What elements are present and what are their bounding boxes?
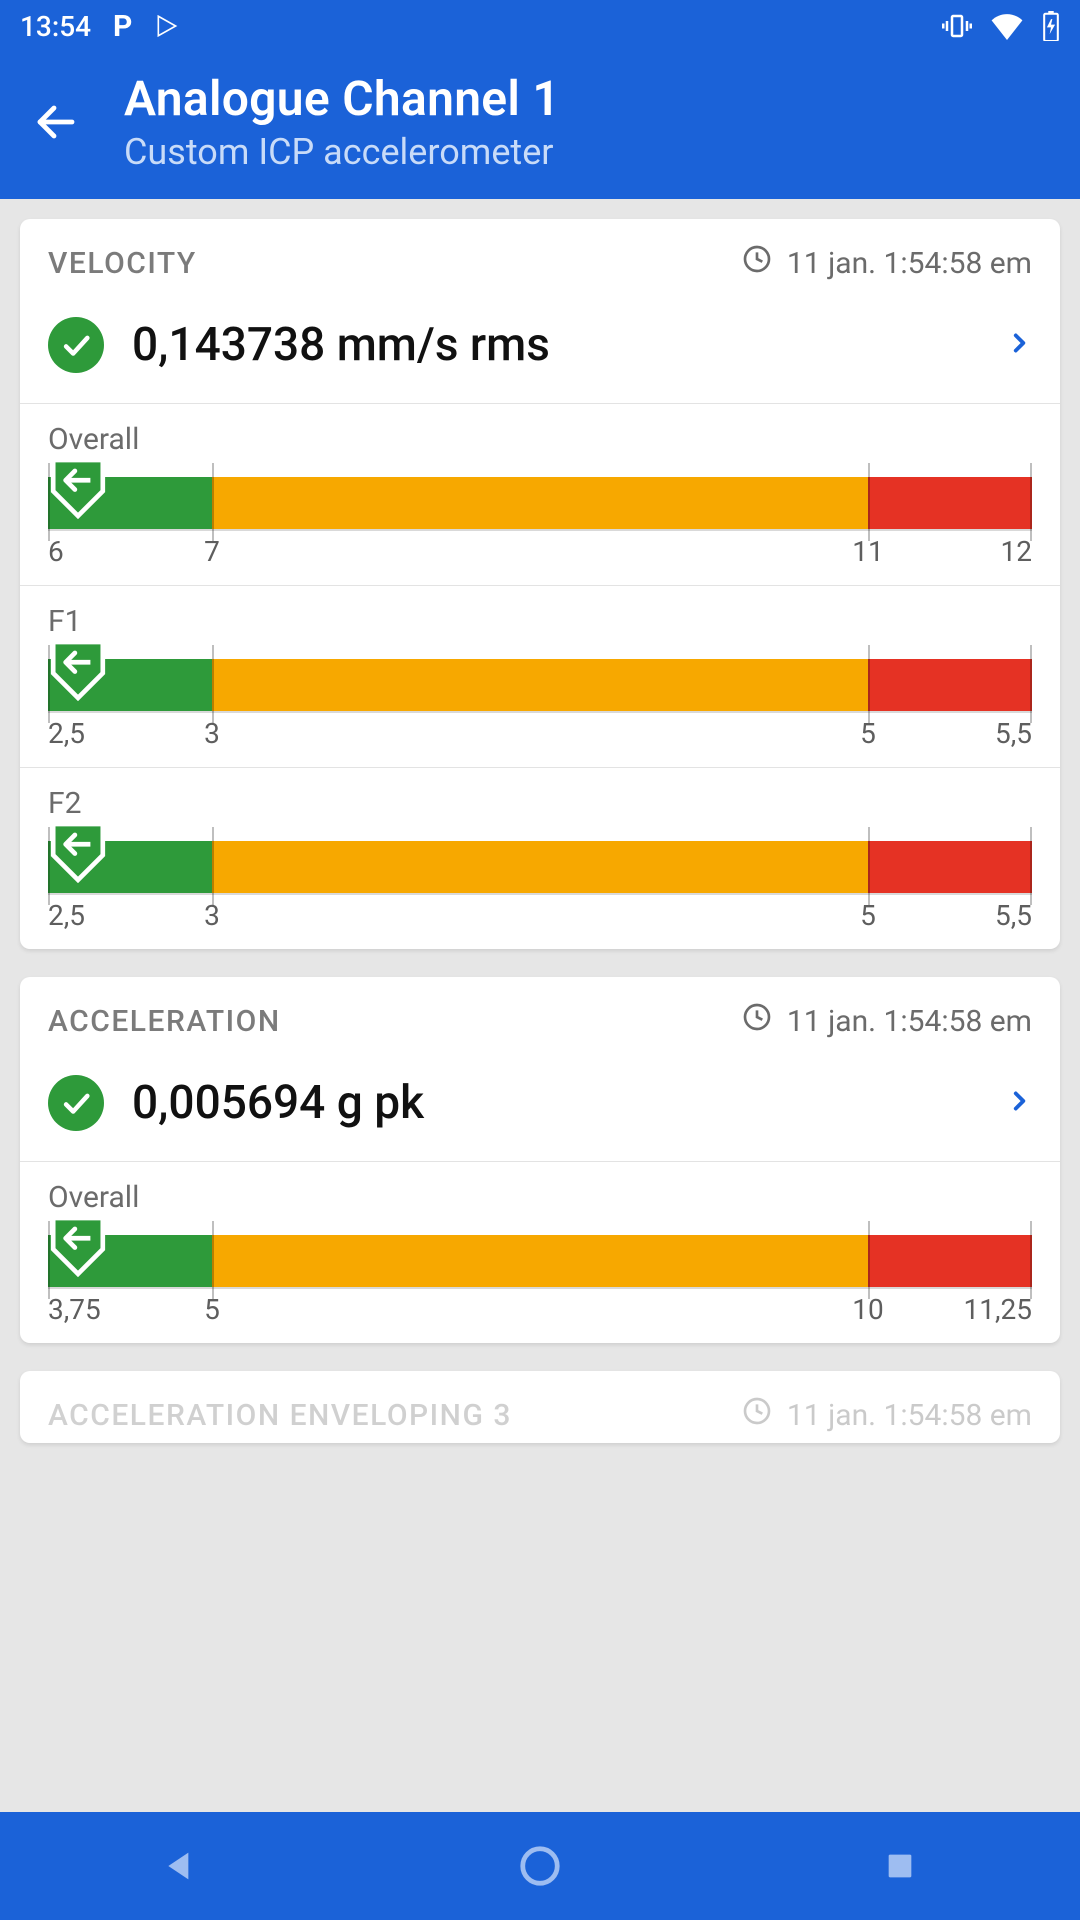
tick-label: 5,5 xyxy=(995,899,1032,932)
band-label: F2 xyxy=(48,786,1032,821)
tick-label: 6 xyxy=(48,535,64,568)
threshold-bar xyxy=(48,841,1032,893)
threshold-bar xyxy=(48,1235,1032,1287)
band-f1: F1 2,5 xyxy=(20,586,1060,767)
value-row[interactable]: 0,143738 mm/s rms xyxy=(20,297,1060,403)
card-timestamp: 11 jan. 1:54:58 em xyxy=(787,246,1032,281)
status-ok-icon xyxy=(48,317,104,373)
value-row[interactable]: 0,005694 g pk xyxy=(20,1055,1060,1161)
card-heading: ACCELERATION ENVELOPING 3 xyxy=(48,1398,512,1433)
value-marker-icon xyxy=(47,1215,109,1277)
wifi-icon xyxy=(990,12,1024,40)
band-overall: Overall 3,75 xyxy=(20,1162,1060,1343)
band-label: Overall xyxy=(48,1180,1032,1215)
tick-label: 11 xyxy=(852,535,883,568)
clock-icon xyxy=(741,1395,773,1435)
status-bar: 13:54 P xyxy=(0,0,1080,52)
card-timestamp: 11 jan. 1:54:58 em xyxy=(787,1398,1032,1433)
tick-label: 5 xyxy=(204,1293,220,1326)
card-velocity: VELOCITY 11 jan. 1:54:58 em 0,143738 mm/… xyxy=(20,219,1060,949)
measurement-value: 0,005694 g pk xyxy=(132,1076,978,1130)
chevron-right-icon xyxy=(1006,323,1032,367)
band-f2: F2 2,5 xyxy=(20,768,1060,949)
play-store-icon xyxy=(154,12,180,40)
tick-label: 2,5 xyxy=(48,717,85,750)
content-scroll[interactable]: VELOCITY 11 jan. 1:54:58 em 0,143738 mm/… xyxy=(0,199,1080,1812)
pandora-icon: P xyxy=(113,9,132,44)
band-label: Overall xyxy=(48,422,1032,457)
value-marker-icon xyxy=(47,821,109,883)
band-label: F1 xyxy=(48,604,1032,639)
tick-label: 5,5 xyxy=(995,717,1032,750)
tick-label: 5 xyxy=(860,717,876,750)
clock-icon xyxy=(741,243,773,283)
card-accel-envelope: ACCELERATION ENVELOPING 3 11 jan. 1:54:5… xyxy=(20,1371,1060,1443)
card-heading: VELOCITY xyxy=(48,246,197,281)
clock-icon xyxy=(741,1001,773,1041)
page-title: Analogue Channel 1 xyxy=(124,70,560,127)
app-bar: Analogue Channel 1 Custom ICP accelerome… xyxy=(0,52,1080,199)
tick-label: 12 xyxy=(1001,535,1032,568)
tick-label: 2,5 xyxy=(48,899,85,932)
band-overall: Overall 6 xyxy=(20,404,1060,585)
card-heading: ACCELERATION xyxy=(48,1004,281,1039)
nav-bar xyxy=(0,1812,1080,1920)
vibrate-icon xyxy=(942,11,972,41)
page-subtitle: Custom ICP accelerometer xyxy=(124,131,560,173)
value-marker-icon xyxy=(47,639,109,701)
value-marker-icon xyxy=(47,457,109,519)
tick-label: 3,75 xyxy=(48,1293,101,1326)
card-timestamp: 11 jan. 1:54:58 em xyxy=(787,1004,1032,1039)
nav-recent-button[interactable] xyxy=(855,1821,945,1911)
threshold-bar xyxy=(48,477,1032,529)
tick-label: 5 xyxy=(860,899,876,932)
tick-label: 10 xyxy=(852,1293,883,1326)
chevron-right-icon xyxy=(1006,1081,1032,1125)
measurement-value: 0,143738 mm/s rms xyxy=(132,318,978,372)
battery-icon xyxy=(1042,11,1060,41)
status-time: 13:54 xyxy=(20,10,91,43)
tick-label: 11,25 xyxy=(964,1293,1032,1326)
back-button[interactable] xyxy=(24,90,88,154)
nav-back-button[interactable] xyxy=(135,1821,225,1911)
tick-label: 3 xyxy=(204,899,220,932)
nav-home-button[interactable] xyxy=(495,1821,585,1911)
card-acceleration: ACCELERATION 11 jan. 1:54:58 em 0,005694… xyxy=(20,977,1060,1343)
tick-label: 7 xyxy=(204,535,220,568)
tick-label: 3 xyxy=(204,717,220,750)
threshold-bar xyxy=(48,659,1032,711)
status-ok-icon xyxy=(48,1075,104,1131)
